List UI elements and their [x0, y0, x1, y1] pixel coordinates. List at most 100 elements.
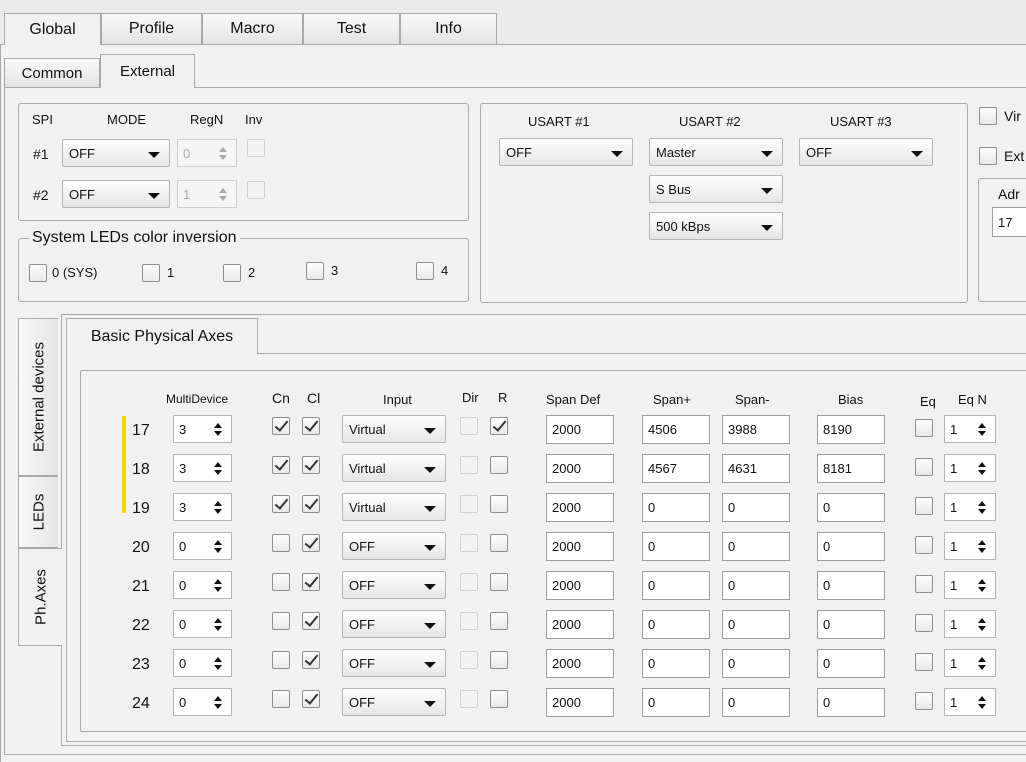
- axis-dir-checkbox[interactable]: [460, 495, 478, 513]
- axis-dir-checkbox[interactable]: [460, 690, 478, 708]
- axis-span-plus-field[interactable]: 0: [642, 610, 710, 639]
- axis-dir-checkbox[interactable]: [460, 573, 478, 591]
- axis-multidevice-spinner[interactable]: 0: [173, 571, 232, 599]
- axis-r-checkbox[interactable]: [490, 456, 508, 474]
- axis-input-select[interactable]: OFF: [342, 532, 446, 560]
- led-inversion-4-checkbox[interactable]: [416, 262, 434, 280]
- axis-eq-checkbox[interactable]: [915, 653, 933, 671]
- axis-r-checkbox[interactable]: [490, 417, 508, 435]
- axis-cn-checkbox[interactable]: [272, 573, 290, 591]
- axis-cn-checkbox[interactable]: [272, 690, 290, 708]
- axis-span-plus-field[interactable]: 4567: [642, 454, 710, 483]
- axis-input-select[interactable]: OFF: [342, 571, 446, 599]
- led-inversion-3-checkbox[interactable]: [306, 262, 324, 280]
- axis-eq-n-spinner[interactable]: 1: [944, 610, 996, 638]
- axis-r-checkbox[interactable]: [490, 651, 508, 669]
- axis-eq-checkbox[interactable]: [915, 497, 933, 515]
- axis-eq-n-spinner[interactable]: 1: [944, 493, 996, 521]
- axis-span-plus-field[interactable]: 4506: [642, 415, 710, 444]
- axis-dir-checkbox[interactable]: [460, 456, 478, 474]
- axis-dir-checkbox[interactable]: [460, 612, 478, 630]
- axis-cl-checkbox[interactable]: [302, 495, 320, 513]
- axis-eq-checkbox[interactable]: [915, 458, 933, 476]
- axis-cl-checkbox[interactable]: [302, 417, 320, 435]
- axis-multidevice-spinner[interactable]: 0: [173, 649, 232, 677]
- tab-info[interactable]: Info: [400, 13, 497, 44]
- axis-span-minus-field[interactable]: 0: [722, 571, 790, 600]
- axis-bias-field[interactable]: 0: [817, 493, 885, 522]
- axis-span-plus-field[interactable]: 0: [642, 571, 710, 600]
- tab-profile[interactable]: Profile: [101, 13, 202, 44]
- usart-2-mode-select[interactable]: Master: [649, 138, 783, 166]
- axis-eq-checkbox[interactable]: [915, 692, 933, 710]
- axis-span-minus-field[interactable]: 0: [722, 532, 790, 561]
- axis-cl-checkbox[interactable]: [302, 534, 320, 552]
- axis-span-def-field[interactable]: 2000: [546, 649, 614, 678]
- axis-bias-field[interactable]: 0: [817, 610, 885, 639]
- axis-r-checkbox[interactable]: [490, 573, 508, 591]
- axis-r-checkbox[interactable]: [490, 612, 508, 630]
- led-inversion-0-checkbox[interactable]: [29, 264, 47, 282]
- tab-test[interactable]: Test: [303, 13, 400, 44]
- side-tab-ph-axes[interactable]: Ph.Axes: [18, 548, 62, 646]
- axis-bias-field[interactable]: 8190: [817, 415, 885, 444]
- axis-dir-checkbox[interactable]: [460, 534, 478, 552]
- axis-eq-n-spinner[interactable]: 1: [944, 688, 996, 716]
- axis-input-select[interactable]: OFF: [342, 610, 446, 638]
- spi-1-mode-select[interactable]: OFF: [62, 139, 170, 167]
- axis-bias-field[interactable]: 0: [817, 532, 885, 561]
- axis-eq-checkbox[interactable]: [915, 536, 933, 554]
- axis-span-def-field[interactable]: 2000: [546, 493, 614, 522]
- axis-span-minus-field[interactable]: 0: [722, 493, 790, 522]
- axis-multidevice-spinner[interactable]: 0: [173, 532, 232, 560]
- spi-2-mode-select[interactable]: OFF: [62, 180, 170, 208]
- led-inversion-1-checkbox[interactable]: [142, 264, 160, 282]
- axis-span-def-field[interactable]: 2000: [546, 571, 614, 600]
- tab-common[interactable]: Common: [4, 58, 100, 87]
- axis-span-def-field[interactable]: 2000: [546, 688, 614, 717]
- axis-multidevice-spinner[interactable]: 0: [173, 688, 232, 716]
- axis-span-plus-field[interactable]: 0: [642, 493, 710, 522]
- usart-2-protocol-select[interactable]: S Bus: [649, 175, 783, 203]
- axis-span-minus-field[interactable]: 3988: [722, 415, 790, 444]
- axis-bias-field[interactable]: 0: [817, 688, 885, 717]
- axis-span-minus-field[interactable]: 4631: [722, 454, 790, 483]
- virtual-checkbox[interactable]: [979, 107, 997, 125]
- axis-input-select[interactable]: OFF: [342, 649, 446, 677]
- axis-eq-checkbox[interactable]: [915, 575, 933, 593]
- spi-2-inv-checkbox[interactable]: [247, 181, 265, 199]
- axis-r-checkbox[interactable]: [490, 534, 508, 552]
- side-tab-leds[interactable]: LEDs: [18, 476, 58, 548]
- axis-span-plus-field[interactable]: 0: [642, 532, 710, 561]
- external-checkbox[interactable]: [979, 147, 997, 165]
- axis-bias-field[interactable]: 8181: [817, 454, 885, 483]
- axis-span-def-field[interactable]: 2000: [546, 610, 614, 639]
- axis-span-minus-field[interactable]: 0: [722, 649, 790, 678]
- axis-input-select[interactable]: Virtual: [342, 415, 446, 443]
- axis-span-plus-field[interactable]: 0: [642, 649, 710, 678]
- axis-eq-n-spinner[interactable]: 1: [944, 532, 996, 560]
- tab-basic-physical-axes[interactable]: Basic Physical Axes: [66, 318, 258, 354]
- axis-cn-checkbox[interactable]: [272, 651, 290, 669]
- axis-r-checkbox[interactable]: [490, 495, 508, 513]
- axis-cl-checkbox[interactable]: [302, 456, 320, 474]
- axis-r-checkbox[interactable]: [490, 690, 508, 708]
- spi-1-inv-checkbox[interactable]: [247, 139, 265, 157]
- axis-multidevice-spinner[interactable]: 0: [173, 610, 232, 638]
- axis-dir-checkbox[interactable]: [460, 651, 478, 669]
- axis-cn-checkbox[interactable]: [272, 417, 290, 435]
- axis-input-select[interactable]: OFF: [342, 688, 446, 716]
- axis-cl-checkbox[interactable]: [302, 690, 320, 708]
- axis-span-minus-field[interactable]: 0: [722, 610, 790, 639]
- axis-span-def-field[interactable]: 2000: [546, 454, 614, 483]
- tab-external[interactable]: External: [100, 54, 195, 88]
- axis-cn-checkbox[interactable]: [272, 534, 290, 552]
- axis-bias-field[interactable]: 0: [817, 571, 885, 600]
- axis-eq-n-spinner[interactable]: 1: [944, 454, 996, 482]
- axis-bias-field[interactable]: 0: [817, 649, 885, 678]
- usart-2-baud-select[interactable]: 500 kBps: [649, 212, 783, 240]
- tab-global[interactable]: Global: [4, 13, 101, 45]
- axis-span-plus-field[interactable]: 0: [642, 688, 710, 717]
- led-inversion-2-checkbox[interactable]: [223, 264, 241, 282]
- axis-cn-checkbox[interactable]: [272, 495, 290, 513]
